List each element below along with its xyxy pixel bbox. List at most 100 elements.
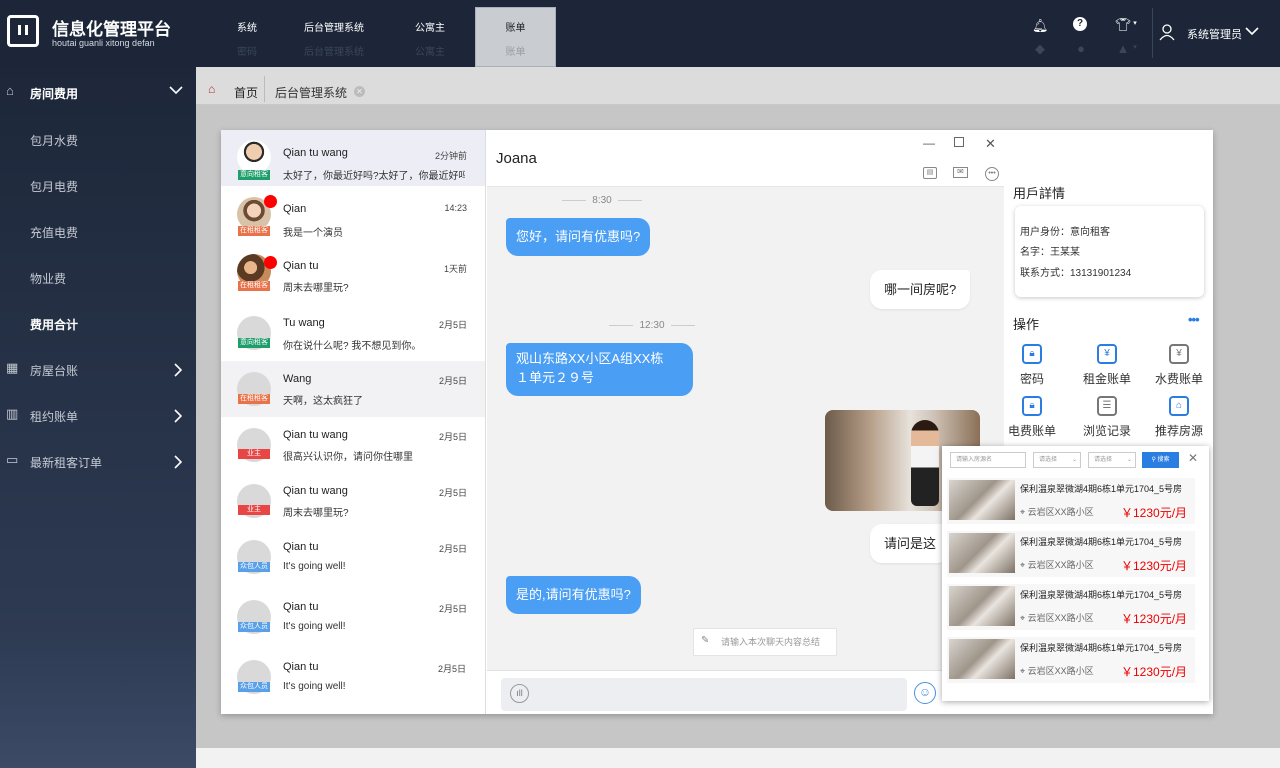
contact-item[interactable]: 在租租客 Qian tu 1天前 周末去哪里玩? [221,244,485,300]
role-badge: 在租租客 [238,226,270,236]
contact-item[interactable]: 业主 Qian tu wang 2月5日 周末去哪里玩? [221,474,485,530]
role-badge: 业主 [238,449,270,459]
tab-home[interactable]: 首页 [234,84,258,101]
sidebar-item-water-fee[interactable]: 包月水费 [0,119,196,159]
home-icon[interactable]: ⌂ [208,82,215,96]
document-icon[interactable]: ▤ [923,167,937,179]
more-icon[interactable]: ••• [1188,312,1200,327]
sidebar-item-electric-fee[interactable]: 包月电费 [0,165,196,205]
more-icon[interactable]: ••• [985,167,999,181]
user-name[interactable]: 系统管理员 [1187,26,1242,42]
bill-icon: ¥ [1169,344,1189,364]
contact-last-message: 周末去哪里玩? [283,508,349,519]
property-location: ⌖ 云岩区XX路小区 [1020,664,1094,677]
op-recommend-house[interactable]: ⌂ 推荐房源 [1143,396,1215,439]
property-price: ￥1230元/月 [1121,559,1188,573]
contact-item[interactable]: 众包人员 Qian tu 2月5日 It's going well! [221,590,485,646]
pencil-icon: ✎ [701,635,710,646]
contact-last-message: 太好了，你最近好吗?太好了，你最近好吗? [283,171,465,182]
house-search-input[interactable]: 请输入房源名 [950,452,1026,468]
mail-icon[interactable]: ✉ [953,167,968,178]
role-badge: 意向租客 [238,170,270,180]
user-contact: 联系方式：13131901234 [1020,268,1132,279]
voice-icon[interactable]: ıll [510,684,529,703]
contact-item[interactable]: 意向租客 Qian tu wang 2分钟前 太好了，你最近好吗?太好了，你最近… [221,130,485,186]
logo-icon [7,15,39,47]
minimize-icon[interactable]: — [923,136,935,150]
bell-icon[interactable]: 🔔︎ [1032,18,1049,34]
contact-time: 2月5日 [437,664,466,674]
op-electric-bill[interactable]: 🔒︎ 电费账单 [996,396,1068,439]
sidebar: ⌂ 房间费用 包月水费 包月电费 充值电费 物业费 费用合计 ▦ 房屋台账 ▥ … [0,67,196,768]
sidebar-item-house-ledger[interactable]: ▦ 房屋台账 [0,349,196,389]
message-bubble-right: 请问是这 [870,524,950,563]
contact-last-message: 你在说什么呢? 我不想见到你。 [283,341,422,352]
property-card[interactable]: 保利温泉翠微湖4期6栋1单元1704_5号房 ⌖ 云岩区XX路小区 ￥1230元… [947,478,1195,524]
close-icon[interactable]: ✕ [985,136,996,152]
message-line: 观山东路XX小区A组XX栋 [516,351,664,366]
contact-item[interactable]: 众包人员 Qian tu 2月5日 It's going well! [221,650,485,706]
house-icon: ⌂ [1169,396,1189,416]
shirt-icon-ghost: ▲ [1116,41,1130,56]
sidebar-item-label: 房间费用 [30,87,79,101]
property-card[interactable]: 保利温泉翠微湖4期6栋1单元1704_5号房 ⌖ 云岩区XX路小区 ￥1230元… [947,531,1195,577]
shirt-icon[interactable]: 👕︎ [1115,17,1132,33]
contact-time: 1天前 [443,264,467,274]
chevron-down-icon: ▾ [1133,44,1137,51]
sidebar-item-new-orders[interactable]: ▭ 最新租客订单 [0,441,196,481]
contact-name: Qian tu [283,260,319,272]
location-pin-icon: ⌖ [1020,613,1026,623]
filter-select-2[interactable]: 请选择 ⌄ [1088,452,1136,468]
chat-summary-input[interactable]: 请输入本次聊天内容总结 [693,628,837,656]
help-icon[interactable]: ? [1073,17,1087,31]
property-title: 保利温泉翠微湖4期6栋1单元1704_5号房 [1020,537,1183,547]
filter-select-1[interactable]: 请选择 ⌄ [1033,452,1081,468]
user-icon[interactable] [1159,24,1175,41]
close-icon[interactable]: ✕ [1188,451,1198,465]
nav-system[interactable]: 系统 密码 [216,8,278,66]
search-button[interactable]: ⚲ 搜索 [1142,452,1179,468]
op-browse-history[interactable]: ☰ 浏览记录 [1071,396,1143,439]
op-label: 浏览记录 [1082,424,1131,438]
chevron-down-icon[interactable]: ▾ [1131,19,1139,27]
op-label: 密码 [1019,372,1044,386]
chevron-down-icon[interactable] [1245,27,1259,36]
op-water-bill[interactable]: ¥ 水费账单 [1143,344,1215,387]
contact-item[interactable]: 业主 Qian tu wang 2月5日 很高兴认识你，请问你住哪里 [221,418,485,474]
contact-item[interactable]: 意向租客 Tu wang 2月5日 你在说什么呢? 我不想见到你。 [221,304,485,360]
op-label: 水费账单 [1154,372,1203,386]
property-card[interactable]: 保利温泉翠微湖4期6栋1单元1704_5号房 ⌖ 云岩区XX路小区 ￥1230元… [947,584,1195,630]
sidebar-item-property-fee[interactable]: 物业费 [0,257,196,297]
contact-name: Wang [283,373,312,385]
maximize-icon[interactable] [954,137,964,147]
contact-last-message: 周末去哪里玩? [283,283,349,294]
contact-time: 2分钟前 [434,151,467,161]
message-input[interactable] [501,678,907,711]
contact-time: 2月5日 [438,432,467,442]
location-text: 云岩区XX路小区 [1027,613,1094,623]
contact-item[interactable]: 在租租客 Wang 2月5日 天啊，这太疯狂了 [221,361,485,417]
contact-item[interactable]: 众包人员 Qian tu 2月5日 It's going well! [221,530,485,586]
op-label: 电费账单 [1007,424,1056,438]
property-title: 保利温泉翠微湖4期6栋1单元1704_5号房 [1020,643,1183,653]
sidebar-item-room-fee[interactable]: ⌂ 房间费用 [0,72,196,112]
emoji-icon[interactable]: ☺ [914,682,936,704]
nav-landlord[interactable]: 公寓主 公寓主 [396,8,464,66]
time-separator: 8:30 [552,195,652,206]
property-image [949,533,1015,573]
sidebar-item-total[interactable]: 费用合计 [0,303,196,343]
property-card[interactable]: 保利温泉翠微湖4期6栋1单元1704_5号房 ⌖ 云岩区XX路小区 ￥1230元… [947,637,1195,683]
property-location: ⌖ 云岩区XX路小区 [1020,558,1094,571]
sidebar-item-lease-bill[interactable]: ▥ 租约账单 [0,395,196,435]
property-title: 保利温泉翠微湖4期6栋1单元1704_5号房 [1020,484,1183,494]
op-rent-bill[interactable]: ¥ 租金账单 [1071,344,1143,387]
lock-icon: 🔒︎ [1022,344,1042,364]
sidebar-item-recharge[interactable]: 充值电费 [0,211,196,251]
nav-bill[interactable]: 账单 账单 [475,7,556,67]
contact-name: Qian tu [283,541,319,553]
tab-backend[interactable]: 后台管理系统 [275,84,347,101]
contact-item[interactable]: 在租租客 Qian 14:23 我是一个演员 [221,187,485,243]
close-icon[interactable]: ✕ [354,86,365,97]
op-password[interactable]: 🔒︎ 密码 [996,344,1068,387]
nav-backend[interactable]: 后台管理系统 后台管理系统 [296,8,372,66]
